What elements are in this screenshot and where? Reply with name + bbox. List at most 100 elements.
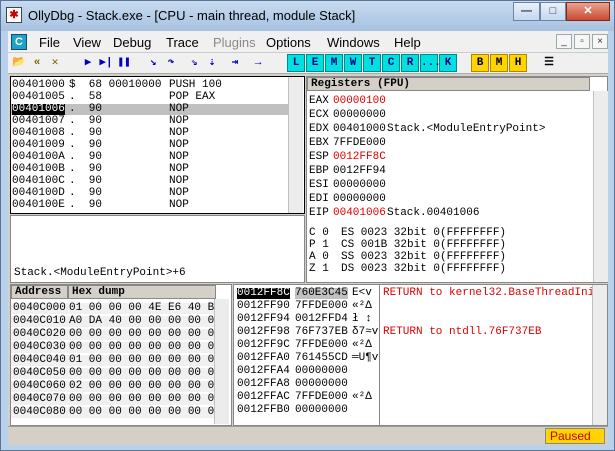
toolbar-button-w[interactable]: W [344, 54, 362, 72]
dump-row[interactable]: 0040C040 01 00 00 00 00 00 00 00 [11, 355, 221, 366]
disasm-row[interactable]: 00401000 $ 68 00010000 PUSH 100 [11, 80, 291, 91]
register-value[interactable]: 7FFDE000 [333, 138, 386, 149]
stack-row[interactable]: 0012FF90 7FFDE000 «²Δ [234, 301, 594, 312]
menu-plugins[interactable]: Plugins [213, 35, 256, 50]
menu-file[interactable]: File [39, 35, 60, 50]
mdi-close-button[interactable]: × [592, 34, 608, 49]
mdi-minimize-button[interactable]: _ [556, 34, 572, 49]
disasm-row[interactable]: 00401006 . 90 NOP [11, 104, 291, 115]
dump-address-header[interactable]: Address [11, 285, 68, 299]
trace-over-icon[interactable]: ⇣ [203, 54, 221, 72]
dump-scrollbar[interactable] [214, 299, 229, 424]
mdi-restore-button[interactable]: ▫ [574, 34, 590, 49]
flag[interactable]: P 1 [309, 240, 329, 251]
stack-row[interactable]: 0012FFA0 761455CD ═U¶v [234, 353, 594, 364]
disasm-row[interactable]: 00401005 . 58 POP EAX [11, 92, 291, 103]
stack-row[interactable]: 0012FF8C 760E3C45 E<v RETURN to kernel32.Ba… [234, 288, 607, 299]
register-value[interactable]: 00000000 [333, 110, 386, 121]
disasm-address: 00401007 [12, 115, 65, 127]
dump-row[interactable]: 0040C010 A0 DA 40 00 00 00 00 00 [11, 316, 221, 327]
toolbar-button-h-yellow[interactable]: H [509, 54, 527, 72]
register-value[interactable]: 00401006 [333, 208, 386, 219]
registers-scrollbar[interactable] [593, 91, 608, 282]
disasm-row[interactable]: 00401008 . 90 NOP [11, 128, 291, 139]
disasm-row[interactable]: 00401007 . 90 NOP [11, 116, 291, 127]
dump-hex: 01 00 00 00 4E E6 40 BB [69, 302, 221, 314]
toolbar-button-r[interactable]: R [401, 54, 419, 72]
list-icon[interactable]: ☰ [540, 54, 558, 72]
step-over-icon[interactable]: ↷ [162, 54, 180, 72]
step-run-icon[interactable]: ▶| [97, 54, 115, 72]
disasm-row[interactable]: 00401009 . 90 NOP [11, 140, 291, 151]
step-into-icon[interactable]: ↘ [144, 54, 162, 72]
trace-into-icon[interactable]: ⇘ [185, 54, 203, 72]
menu-help[interactable]: Help [394, 35, 421, 50]
dump-row[interactable]: 0040C000 01 00 00 00 4E E6 40 BB [11, 302, 221, 314]
toolbar-button-m-yellow[interactable]: M [490, 54, 508, 72]
stack-row[interactable]: 0012FFB0 00000000 [234, 405, 594, 416]
toolbar-button-l[interactable]: L [287, 54, 305, 72]
disasm-row[interactable]: 0040100C . 90 NOP [11, 176, 291, 187]
dump-row[interactable]: 0040C070 00 00 00 00 00 00 00 00 [11, 394, 221, 405]
cpu-window-icon[interactable]: C [11, 34, 27, 50]
flag[interactable]: Z 1 [309, 264, 329, 275]
menu-debug[interactable]: Debug [113, 35, 151, 50]
dump-row[interactable]: 0040C030 00 00 00 00 00 00 00 00 [11, 342, 221, 353]
title-bar[interactable]: ✱ OllyDbg - Stack.exe - [CPU - main thre… [1, 1, 614, 31]
go-to-user-code-icon[interactable]: → [249, 54, 267, 72]
run-icon[interactable]: ▶ [79, 54, 97, 72]
toolbar-button-c[interactable]: C [382, 54, 400, 72]
toolbar-button-e[interactable]: E [306, 54, 324, 72]
stack-row[interactable]: 0012FF94 0012FFD4 ł ↕ [234, 314, 594, 325]
menu-windows[interactable]: Windows [327, 35, 380, 50]
toolbar-button-dots[interactable]: ... [420, 54, 441, 72]
open-icon[interactable]: 📂 [10, 54, 28, 72]
menu-trace[interactable]: Trace [166, 35, 199, 50]
minimize-button[interactable]: — [513, 2, 540, 21]
disassembly-scrollbar[interactable] [288, 77, 303, 213]
stack-row[interactable]: 0012FFA8 00000000 [234, 379, 594, 390]
maximize-button[interactable]: □ [540, 2, 566, 21]
registers-header[interactable]: Registers (FPU) [307, 77, 590, 91]
register-value[interactable]: 00000000 [333, 194, 386, 205]
toolbar-button-t[interactable]: T [363, 54, 381, 72]
close-icon[interactable]: ✕ [46, 54, 64, 72]
dump-row[interactable]: 0040C060 02 00 00 00 00 00 00 00 [11, 381, 221, 392]
toolbar-button-k[interactable]: K [439, 54, 457, 72]
register-value[interactable]: 00000000 [333, 180, 386, 191]
restart-icon[interactable]: « [28, 54, 46, 72]
register-value[interactable]: 00000100 [333, 96, 386, 107]
disasm-row[interactable]: 0040100D . 90 NOP [11, 188, 291, 199]
stack-scrollbar[interactable] [592, 285, 607, 425]
close-button[interactable]: ✕ [566, 2, 610, 21]
pause-icon[interactable]: ❚❚ [115, 54, 133, 72]
execute-till-return-icon[interactable]: ⇥ [226, 54, 244, 72]
register-value[interactable]: 00401000 [333, 124, 386, 135]
registers-pane[interactable]: Registers (FPU) EAX 00000100 ECX 00000000 ED… [306, 76, 608, 283]
menu-view[interactable]: View [73, 35, 101, 50]
dump-row[interactable]: 0040C020 00 00 00 00 00 00 00 00 [11, 329, 221, 340]
disassembly-pane[interactable]: 00401000 $ 68 00010000 PUSH 100 00401005 . 5… [10, 76, 305, 214]
dump-row[interactable]: 0040C080 00 00 00 00 00 00 00 00 [11, 407, 221, 418]
stack-pane[interactable]: 0012FF8C 760E3C45 E<v RETURN to kernel32.Ba… [233, 284, 608, 426]
register-value[interactable]: 0012FF8C [333, 152, 386, 163]
disasm-row[interactable]: 0040100E . 90 NOP [11, 200, 291, 211]
disasm-row[interactable]: 0040100A . 90 NOP [11, 152, 291, 163]
stack-row[interactable]: 0012FFA4 00000000 [234, 366, 594, 377]
dump-pane[interactable]: Address Hex dump 0040C000 01 00 00 00 4E … [10, 284, 232, 426]
bug-icon[interactable]: ✱ [6, 7, 22, 23]
dump-row[interactable]: 0040C050 00 00 00 00 00 00 00 00 [11, 368, 221, 379]
flag[interactable]: C 0 [309, 228, 329, 239]
menu-options[interactable]: Options [266, 35, 311, 50]
flag[interactable]: A 0 [309, 252, 329, 263]
stack-row[interactable]: 0012FF9C 7FFDE000 «²Δ [234, 340, 594, 351]
register-value[interactable]: 0012FF94 [333, 166, 386, 177]
stack-row[interactable]: 0012FFAC 7FFDE000 «²Δ [234, 392, 594, 403]
disasm-address: 0040100C [12, 175, 65, 187]
dump-address: 0040C000 [13, 302, 66, 314]
disasm-row[interactable]: 0040100B . 90 NOP [11, 164, 291, 175]
toolbar-button-m[interactable]: M [325, 54, 343, 72]
dump-hex-header[interactable]: Hex dump [68, 285, 216, 299]
toolbar-button-b-yellow[interactable]: B [471, 54, 489, 72]
stack-row[interactable]: 0012FF98 76F737EB δ7≈v RETURN to ntdll.76F7… [234, 327, 594, 338]
